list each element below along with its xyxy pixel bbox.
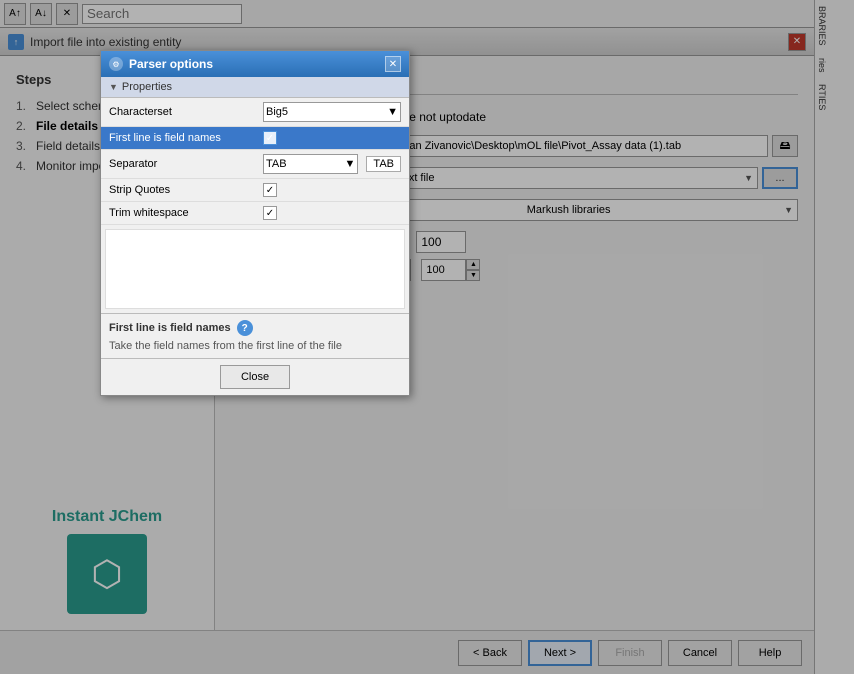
parser-props-header: ▼ Properties <box>101 77 409 98</box>
parser-row-stripquotes: Strip Quotes ✓ <box>101 179 409 202</box>
parser-row-trimwhitespace: Trim whitespace ✓ <box>101 202 409 225</box>
characterset-control[interactable]: Big5 ▼ <box>255 98 409 127</box>
parser-row-characterset: Characterset Big5 ▼ <box>101 98 409 127</box>
characterset-arrow-icon: ▼ <box>387 106 398 118</box>
separator-select[interactable]: TAB ▼ <box>263 154 358 174</box>
separator-arrow-icon: ▼ <box>345 158 356 170</box>
parser-table: Characterset Big5 ▼ First line is field … <box>101 98 409 225</box>
trimwhitespace-checkbox[interactable]: ✓ <box>263 206 277 220</box>
separator-value: TAB <box>266 158 287 170</box>
parser-footer: Close <box>101 358 409 395</box>
separator-label: Separator <box>101 150 255 179</box>
trimwhitespace-label: Trim whitespace <box>101 202 255 225</box>
separator-control[interactable]: TAB ▼ TAB <box>255 150 409 179</box>
firstline-label: First line is field names <box>101 127 255 150</box>
characterset-label: Characterset <box>101 98 255 127</box>
parser-description: First line is field names ? Take the fie… <box>101 313 409 358</box>
stripquotes-control[interactable]: ✓ <box>255 179 409 202</box>
expand-icon: ▼ <box>109 82 118 92</box>
parser-title-icon: ⚙ <box>109 57 123 71</box>
parser-titlebar: ⚙ Parser options ✕ <box>101 51 409 77</box>
parser-row-separator: Separator TAB ▼ TAB <box>101 150 409 179</box>
parser-desc-text: Take the field names from the first line… <box>109 340 401 352</box>
stripquotes-label: Strip Quotes <box>101 179 255 202</box>
parser-desc-title-row: First line is field names ? <box>109 320 401 336</box>
tab-badge: TAB <box>366 156 401 172</box>
parser-empty-area <box>105 229 405 309</box>
characterset-value: Big5 <box>266 106 288 118</box>
characterset-select[interactable]: Big5 ▼ <box>263 102 401 122</box>
parser-row-firstline: First line is field names ✓ <box>101 127 409 150</box>
modal-overlay: ⚙ Parser options ✕ ▼ Properties Characte… <box>0 0 854 674</box>
parser-title-text: Parser options <box>129 57 379 71</box>
firstline-checkbox[interactable]: ✓ <box>263 131 277 145</box>
properties-label: Properties <box>122 81 172 93</box>
parser-close-icon[interactable]: ✕ <box>385 56 401 72</box>
parser-dialog: ⚙ Parser options ✕ ▼ Properties Characte… <box>100 50 410 396</box>
parser-close-button[interactable]: Close <box>220 365 290 389</box>
firstline-control[interactable]: ✓ <box>255 127 409 150</box>
stripquotes-checkbox[interactable]: ✓ <box>263 183 277 197</box>
help-icon[interactable]: ? <box>237 320 253 336</box>
parser-desc-title-text: First line is field names <box>109 322 231 334</box>
trimwhitespace-control[interactable]: ✓ <box>255 202 409 225</box>
